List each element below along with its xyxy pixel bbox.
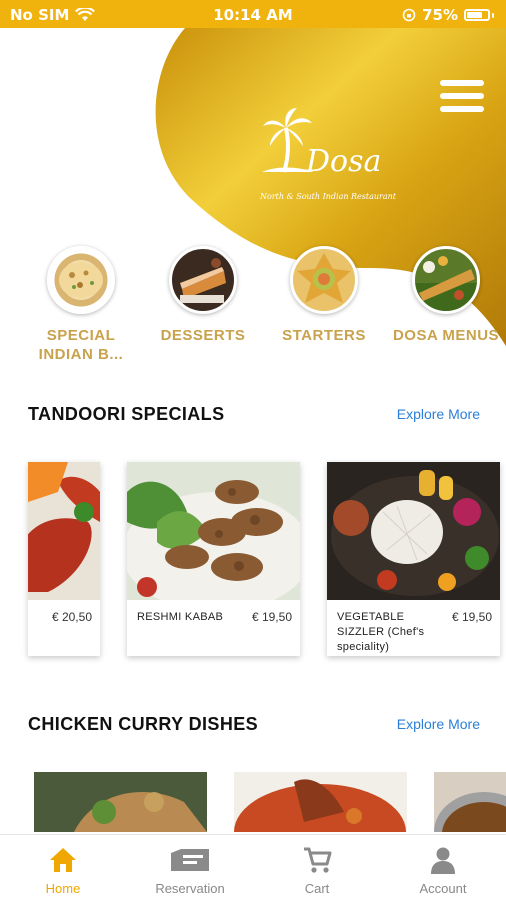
status-bar: No SIM 10:14 AM 75% [0,0,506,28]
hamburger-menu-button[interactable] [440,80,484,116]
battery-percent: 75% [422,6,458,24]
category-label: DESSERTS [160,327,246,344]
bottom-tab-bar: Home Reservation Cart Account [0,834,506,901]
explore-more-tandoori-link[interactable]: Explore More [397,406,480,422]
tab-label: Cart [304,881,330,896]
dish-image [127,462,300,600]
dish-price: € 19,50 [251,610,292,624]
dish-card[interactable]: € 20,50 [28,462,100,656]
tab-cart[interactable]: Cart [262,845,372,896]
dosa-image [412,246,480,314]
category-label: DOSA MENUS [392,327,500,344]
dish-card[interactable] [434,772,506,832]
tab-reservation[interactable]: Reservation [135,845,245,896]
explore-more-chicken-curry-link[interactable]: Explore More [397,716,480,732]
category-special-indian[interactable]: SPECIAL INDIAN B... [21,246,141,364]
tab-label: Home [45,881,81,896]
orientation-lock-icon [402,8,416,22]
dish-image [28,462,100,600]
tab-account[interactable]: Account [388,845,498,896]
category-dosa-menus[interactable]: DOSA MENUS [386,246,506,345]
category-label: STARTERS [282,327,366,344]
cart-icon [304,847,332,873]
dish-card-reshmi-kabab[interactable]: RESHMI KABAB € 19,50 [127,462,300,656]
category-desserts[interactable]: DESSERTS [143,246,263,345]
dish-card[interactable] [34,772,207,832]
restaurant-logo: Dosa North & South Indian Restaurant [258,108,398,214]
dish-card[interactable] [234,772,407,832]
category-row: SPECIAL INDIAN B... DESSERTS STARTERS DO… [0,246,506,366]
tab-label: Account [419,881,467,896]
dish-name: VEGETABLE SIZZLER (Chef's speciality) [337,611,425,653]
tab-home[interactable]: Home [8,845,118,896]
dish-price: € 19,50 [451,610,492,624]
dish-card-vegetable-sizzler[interactable]: VEGETABLE SIZZLER (Chef's speciality) € … [327,462,500,656]
dish-image [34,772,207,832]
dish-image [327,462,500,600]
brand-tagline: North & South Indian Restaurant [260,192,396,201]
dish-image [234,772,407,832]
category-starters[interactable]: STARTERS [264,246,384,345]
naan-image [47,246,115,314]
section-title-tandoori: TANDOORI SPECIALS [28,404,225,424]
dish-image [434,772,506,832]
category-label: SPECIAL INDIAN B... [38,327,124,363]
battery-level [467,12,482,18]
user-icon [431,847,455,874]
dish-name: RESHMI KABAB [137,611,224,623]
dessert-image [169,246,237,314]
ticket-icon [171,849,209,871]
dish-price: € 20,50 [51,610,92,624]
tab-label: Reservation [155,881,225,896]
battery-icon [464,9,490,21]
starters-image [290,246,358,314]
section-title-chicken-curry: CHICKEN CURRY DISHES [28,714,259,734]
home-icon [50,848,76,872]
brand-name: Dosa [306,144,382,179]
